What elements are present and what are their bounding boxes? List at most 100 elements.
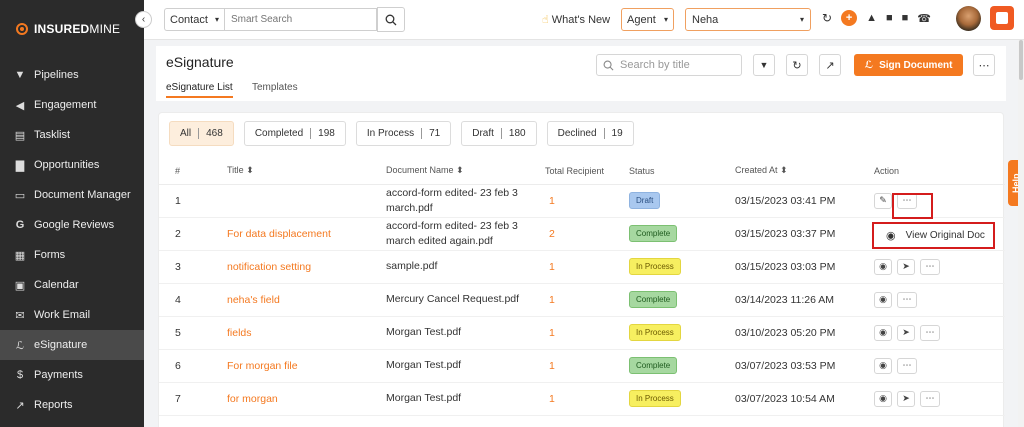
page-header: eSignature eSignature List Templates Sea… [156,46,1006,101]
eye-icon[interactable]: ◉ [874,390,892,407]
divider [500,128,502,139]
esignature-table: # Title ⬍ Document Name ⬍ Total Recipien… [159,158,1005,416]
chevron-down-icon: ▾ [214,15,219,24]
app-switcher-icon[interactable] [990,6,1014,30]
sidebar-item-work-email[interactable]: ✉ Work Email [0,300,144,330]
sidebar-item-tasklist[interactable]: ▤ Tasklist [0,120,144,150]
filter-count: 198 [318,128,335,139]
more-icon[interactable]: ⋯ [897,192,917,209]
cell-number: 6 [159,349,227,383]
more-icon[interactable]: ⋯ [920,324,940,341]
send-icon[interactable]: ➤ [897,258,915,275]
cell-title[interactable]: notification setting [227,250,386,284]
filter-count: 180 [508,128,526,139]
view-original-doc-option[interactable]: View Original Doc [906,230,985,241]
bell-icon[interactable]: ▲ [866,12,877,24]
sidebar-collapse-button[interactable]: ‹ [135,11,152,28]
send-icon[interactable]: ➤ [897,324,915,341]
sidebar-item-label: Work Email [34,309,91,321]
filter-declined[interactable]: Declined 19 [546,121,634,146]
search-icon [603,60,614,70]
column-header-title[interactable]: Title ⬍ [227,158,386,185]
sidebar-item-payments[interactable]: $ Payments [0,360,144,390]
eye-icon[interactable]: ◉ [874,258,892,275]
sidebar-item-esignature[interactable]: ℒeSignature [0,330,144,360]
filter-draft[interactable]: Draft 180 [461,121,537,146]
cell-title[interactable]: fields [227,316,386,350]
dollar-icon: $ [16,369,24,381]
cell-created-at: 03/07/2023 03:53 PM [735,349,874,383]
more-icon[interactable]: ⋯ [897,357,917,374]
cell-document-name: Mercury Cancel Request.pdf [386,283,545,317]
phone-icon[interactable]: ☎ [917,12,931,25]
more-icon[interactable]: ⋯ [920,258,940,275]
sidebar-item-calendar[interactable]: ▣ Calendar [0,270,144,300]
sidebar-item-pipelines[interactable]: ▼ Pipelines [0,60,144,90]
messages-icon[interactable]: ■ [902,12,909,24]
sidebar-item-opportunities[interactable]: ▇ Opportunities [0,150,144,180]
more-options-button[interactable]: ⋯ [973,54,995,76]
cell-status: Complete [629,283,735,317]
sidebar-item-google-reviews[interactable]: G Google Reviews [0,210,144,240]
cell-created-at: 03/10/2023 05:20 PM [735,316,874,350]
sidebar-item-forms[interactable]: ▦ Forms [0,240,144,270]
sidebar-item-engagement[interactable]: ◀ Engagement [0,90,144,120]
sign-document-button[interactable]: ℒ Sign Document [854,54,963,76]
cell-status: In Process [629,382,735,416]
cell-title[interactable]: neha's field [227,283,386,317]
cell-title[interactable]: For morgan file [227,349,386,383]
agent-select[interactable]: Agent ▾ [621,8,674,31]
divider [421,128,423,139]
scrollbar-thumb[interactable] [1019,40,1023,80]
refresh-icon: ↻ [792,59,802,72]
column-header-created-at[interactable]: Created At ⬍ [735,158,874,185]
chat-icon[interactable]: ■ [886,12,893,24]
brand-logo[interactable]: INSUREDMINE [16,22,120,36]
more-icon[interactable]: ⋯ [920,390,940,407]
eye-icon: ◉ [886,230,896,242]
cell-title[interactable] [227,184,386,218]
sidebar-item-reports[interactable]: ↗ Reports [0,390,144,420]
agent-select-value: Agent [627,13,656,26]
title-search-input[interactable]: Search by title [596,54,742,76]
search-button[interactable] [377,7,405,32]
filter-in-process[interactable]: In Process 71 [355,121,452,146]
filter-completed[interactable]: Completed 198 [243,121,346,146]
add-icon[interactable]: + [841,10,858,26]
avatar[interactable] [956,6,981,31]
cell-created-at: 03/15/2023 03:37 PM [735,217,874,251]
megaphone-icon: ◀ [15,99,25,112]
row-action-dropdown[interactable]: ◉ View Original Doc [872,222,995,249]
eye-icon[interactable]: ◉ [874,291,892,308]
hand-icon: ☝ [542,14,549,26]
cell-total-recipient: 2 [545,217,629,251]
column-header-document-name[interactable]: Document Name ⬍ [386,158,545,185]
logo-mark-icon [16,23,28,35]
cell-actions: ◉ ➤ ⋯ [874,250,1005,284]
eye-icon[interactable]: ◉ [874,324,892,341]
chevron-down-icon: ▾ [799,15,804,24]
page-scrollbar[interactable] [1018,40,1024,427]
eye-icon[interactable]: ◉ [874,357,892,374]
cell-created-at: 03/15/2023 03:03 PM [735,250,874,284]
sidebar-item-document-manager[interactable]: ▭ Document Manager [0,180,144,210]
form-icon: ▦ [14,249,26,262]
filter-all[interactable]: All 468 [169,121,234,146]
tab-templates[interactable]: Templates [252,82,298,93]
tab-esignature-list[interactable]: eSignature List [166,82,233,98]
user-select[interactable]: Neha ▾ [685,8,811,31]
cell-status: Complete [629,217,735,251]
refresh-button[interactable]: ↻ [786,54,808,76]
cell-title[interactable]: for morgan [227,382,386,416]
pencil-icon[interactable]: ✎ [874,192,892,209]
status-badge: Draft [629,192,661,209]
send-icon[interactable]: ➤ [897,390,915,407]
filter-button[interactable]: ▼ [753,54,775,76]
cell-title[interactable]: For data displacement [227,217,386,251]
smart-search-input[interactable] [224,8,377,31]
whats-new-link[interactable]: ☝ What's New [542,13,610,26]
more-icon[interactable]: ⋯ [897,291,917,308]
contact-select[interactable]: Contact ▾ [164,8,224,31]
chart-button[interactable]: ↗ [819,54,841,76]
refresh-icon[interactable]: ↻ [822,11,832,25]
